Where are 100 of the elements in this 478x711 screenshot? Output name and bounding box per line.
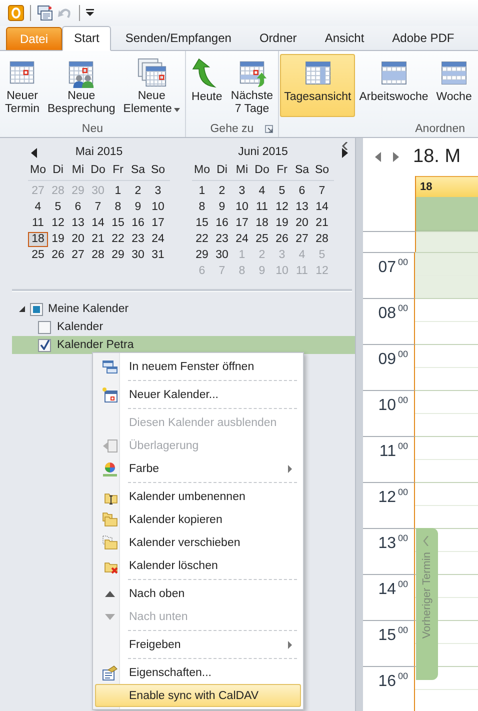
- day-cell[interactable]: 21: [88, 232, 108, 247]
- day-cell[interactable]: 12: [48, 216, 68, 231]
- day-cell[interactable]: 24: [232, 232, 252, 247]
- day-cell[interactable]: 24: [148, 232, 168, 247]
- day-cell[interactable]: 26: [272, 232, 292, 247]
- ribbon-tab[interactable]: Ordner: [245, 27, 311, 50]
- ribbon-tab[interactable]: Adobe PDF: [378, 27, 468, 50]
- next-day-icon[interactable]: [393, 152, 399, 162]
- send-receive-icon[interactable]: [37, 5, 53, 21]
- day-cell[interactable]: 2: [212, 184, 232, 199]
- group-checkbox[interactable]: [30, 302, 43, 316]
- day-cell[interactable]: 2: [128, 184, 148, 199]
- day-cell[interactable]: 30: [212, 248, 232, 263]
- day-cell[interactable]: 23: [212, 232, 232, 247]
- day-cell[interactable]: 5: [48, 200, 68, 215]
- day-cell[interactable]: 14: [88, 216, 108, 231]
- day-cell[interactable]: 10: [148, 200, 168, 215]
- day-cell[interactable]: 13: [68, 216, 88, 231]
- day-cell[interactable]: 6: [68, 200, 88, 215]
- day-cell[interactable]: 13: [292, 200, 312, 215]
- day-cell[interactable]: 7: [312, 184, 332, 199]
- menu-item[interactable]: Kalender verschieben: [95, 531, 301, 554]
- day-cell[interactable]: 15: [192, 216, 212, 231]
- day-cell[interactable]: 26: [48, 248, 68, 263]
- day-cell[interactable]: 25: [252, 232, 272, 247]
- day-cell[interactable]: 7: [88, 200, 108, 215]
- day-cell[interactable]: 8: [108, 200, 128, 215]
- ribbon-button[interactable]: Tagesansicht: [280, 54, 356, 117]
- day-cell[interactable]: 18: [252, 216, 272, 231]
- ribbon-tab[interactable]: Senden/Empfangen: [111, 27, 246, 50]
- calendar-list-item[interactable]: Kalender Petra: [12, 336, 355, 354]
- day-cell[interactable]: 4: [252, 184, 272, 199]
- day-cell[interactable]: 17: [148, 216, 168, 231]
- ribbon-tab[interactable]: Start: [62, 26, 112, 51]
- expanded-triangle-icon[interactable]: [19, 306, 25, 312]
- day-cell[interactable]: 22: [192, 232, 212, 247]
- menu-item[interactable]: Freigeben: [95, 633, 301, 656]
- day-cell[interactable]: 27: [68, 248, 88, 263]
- day-cell[interactable]: 11: [28, 216, 48, 231]
- menu-item[interactable]: Nach oben: [95, 582, 301, 605]
- checkbox[interactable]: [38, 320, 51, 334]
- ribbon-button[interactable]: Neue Besprechung: [44, 54, 120, 117]
- day-cell[interactable]: 10: [232, 200, 252, 215]
- day-cell[interactable]: 3: [148, 184, 168, 199]
- dialog-launcher-icon[interactable]: [265, 125, 274, 133]
- day-cell[interactable]: 20: [68, 232, 88, 247]
- next-month-icon[interactable]: [342, 148, 348, 158]
- menu-item[interactable]: Enable sync with CalDAV: [95, 684, 301, 707]
- day-cell[interactable]: 8: [192, 200, 212, 215]
- day-cell[interactable]: 9: [212, 200, 232, 215]
- day-cell[interactable]: 17: [232, 216, 252, 231]
- ribbon-button[interactable]: Heute: [186, 54, 227, 117]
- previous-day-icon[interactable]: [375, 152, 381, 162]
- day-cell[interactable]: 23: [128, 232, 148, 247]
- collapse-chevron-icon[interactable]: [342, 142, 348, 150]
- menu-item[interactable]: Farbe: [95, 457, 301, 480]
- day-cell[interactable]: 25: [28, 248, 48, 263]
- day-cell[interactable]: 16: [128, 216, 148, 231]
- day-cell[interactable]: 22: [108, 232, 128, 247]
- day-cell[interactable]: 6: [292, 184, 312, 199]
- menu-item[interactable]: In neuem Fenster öffnen: [95, 355, 301, 378]
- day-cell[interactable]: 5: [272, 184, 292, 199]
- day-cell[interactable]: 3: [232, 184, 252, 199]
- day-cell[interactable]: 19: [48, 232, 68, 247]
- checkbox[interactable]: [38, 338, 51, 352]
- day-cell[interactable]: 20: [292, 216, 312, 231]
- day-cell[interactable]: 12: [272, 200, 292, 215]
- day-cell[interactable]: 16: [212, 216, 232, 231]
- day-cell[interactable]: 29: [108, 248, 128, 263]
- previous-month-icon[interactable]: [31, 148, 37, 158]
- day-cell[interactable]: 11: [252, 200, 272, 215]
- menu-item[interactable]: Neuer Kalender...: [95, 383, 301, 406]
- day-cell[interactable]: 1: [108, 184, 128, 199]
- day-cell[interactable]: 31: [148, 248, 168, 263]
- ribbon-button[interactable]: Arbeitswoche: [355, 54, 432, 117]
- day-cell[interactable]: 15: [108, 216, 128, 231]
- day-cell[interactable]: 4: [28, 200, 48, 215]
- ribbon-button[interactable]: Neuer Termin: [1, 54, 44, 117]
- day-cell[interactable]: 21: [312, 216, 332, 231]
- menu-item[interactable]: Kalender umbenennen: [95, 485, 301, 508]
- ribbon-button[interactable]: Woche: [432, 54, 476, 117]
- day-cell[interactable]: 18: [28, 232, 48, 247]
- day-cell[interactable]: 30: [128, 248, 148, 263]
- day-cell[interactable]: 1: [192, 184, 212, 199]
- day-cell[interactable]: 28: [312, 232, 332, 247]
- ribbon-button[interactable]: Neue Elemente: [119, 54, 184, 117]
- calendar-list-item[interactable]: Kalender: [12, 318, 355, 336]
- day-cell[interactable]: 27: [292, 232, 312, 247]
- ribbon-button[interactable]: Nächste 7 Tage: [226, 54, 278, 117]
- menu-item[interactable]: Kalender kopieren: [95, 508, 301, 531]
- day-cell[interactable]: 14: [312, 200, 332, 215]
- day-cell[interactable]: 28: [88, 248, 108, 263]
- customize-dropdown-icon[interactable]: [86, 9, 94, 17]
- menu-item[interactable]: Eigenschaften...: [95, 661, 301, 684]
- day-header[interactable]: 18: [416, 176, 478, 197]
- menu-item[interactable]: Kalender löschen: [95, 554, 301, 577]
- day-cell[interactable]: 29: [192, 248, 212, 263]
- ribbon-tab[interactable]: Ansicht: [310, 27, 378, 50]
- app-icon[interactable]: [8, 5, 24, 21]
- day-cell[interactable]: 9: [128, 200, 148, 215]
